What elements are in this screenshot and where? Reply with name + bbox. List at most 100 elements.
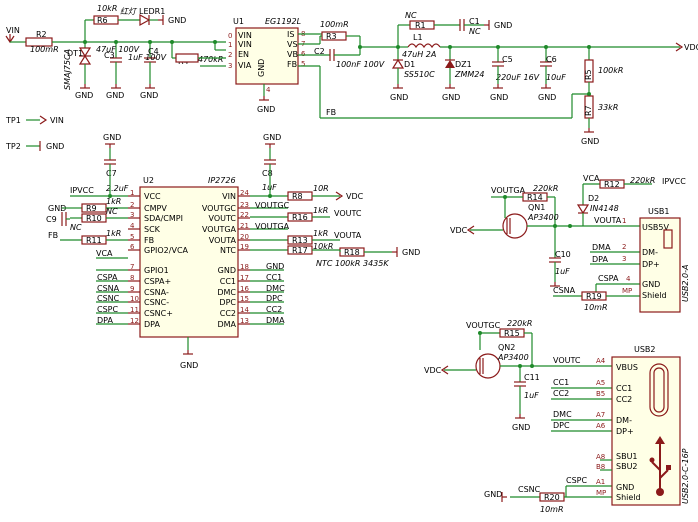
resistor-r12: R12 220kR bbox=[599, 176, 655, 189]
capacitor-c5: C5 220uF 16V bbox=[492, 55, 540, 82]
svg-text:SBU1: SBU1 bbox=[616, 452, 638, 461]
svg-text:VS: VS bbox=[287, 40, 298, 49]
svg-text:4: 4 bbox=[626, 275, 631, 283]
svg-text:1kR: 1kR bbox=[106, 197, 121, 206]
svg-text:VIN: VIN bbox=[238, 40, 252, 49]
ipvcc-net: IPVCC bbox=[70, 186, 94, 195]
svg-text:GND: GND bbox=[494, 21, 512, 30]
svg-text:1kR: 1kR bbox=[106, 229, 121, 238]
svg-text:TP1: TP1 bbox=[5, 116, 21, 125]
svg-text:DM-: DM- bbox=[616, 416, 632, 425]
u2-pin-number: 10 bbox=[130, 295, 139, 303]
vin-net-label: VIN bbox=[5, 26, 20, 44]
svg-text:DP+: DP+ bbox=[642, 260, 660, 269]
svg-text:GND: GND bbox=[75, 91, 93, 100]
svg-text:10R: 10R bbox=[313, 184, 329, 193]
capacitor-c2: C2 100nF 100V bbox=[314, 47, 385, 69]
svg-text:B8: B8 bbox=[596, 463, 605, 471]
svg-text:D2: D2 bbox=[588, 194, 599, 203]
voutga-net-u2: VOUTGA bbox=[255, 222, 290, 231]
svg-text:GND: GND bbox=[140, 91, 158, 100]
svg-text:SBU2: SBU2 bbox=[616, 462, 638, 471]
svg-text:CSPA: CSPA bbox=[598, 274, 619, 283]
svg-text:LEDR1: LEDR1 bbox=[139, 7, 165, 16]
svg-text:D1: D1 bbox=[404, 60, 415, 69]
svg-text:NC: NC bbox=[405, 11, 417, 20]
u2-pin-name: SDA/CMPI bbox=[144, 214, 183, 223]
u2-pin-number: 21 bbox=[240, 222, 249, 230]
svg-text:C9: C9 bbox=[46, 215, 57, 224]
svg-text:R20: R20 bbox=[544, 493, 560, 502]
u2-pin-number: 4 bbox=[130, 222, 135, 230]
svg-text:R13: R13 bbox=[292, 236, 308, 245]
svg-text:DMA: DMA bbox=[592, 243, 611, 252]
svg-text:R18: R18 bbox=[344, 248, 360, 257]
svg-text:10mR: 10mR bbox=[540, 505, 564, 514]
svg-text:NC: NC bbox=[469, 27, 481, 36]
u2-pin-name: VIN bbox=[222, 192, 236, 201]
svg-text:R17: R17 bbox=[292, 246, 308, 255]
svg-text:GND: GND bbox=[642, 280, 660, 289]
u2-pin-number: 1 bbox=[130, 189, 134, 197]
u2-pin-number: 3 bbox=[130, 211, 134, 219]
svg-text:C6: C6 bbox=[546, 55, 557, 64]
svg-text:QN2: QN2 bbox=[498, 343, 515, 352]
svg-text:GND: GND bbox=[103, 133, 121, 142]
svg-text:VDC: VDC bbox=[450, 226, 468, 235]
capacitor-c11: C11 1uF bbox=[514, 373, 540, 400]
svg-text:100mR: 100mR bbox=[320, 20, 349, 29]
svg-text:A1: A1 bbox=[596, 478, 605, 486]
power-stage: VIN R2 100mR 10kR R6 红灯 LEDR1 GND DT1 SM… bbox=[5, 4, 698, 146]
svg-text:C8: C8 bbox=[262, 169, 273, 178]
svg-text:EG1192L: EG1192L bbox=[265, 17, 301, 26]
svg-text:R6: R6 bbox=[97, 16, 108, 25]
svg-text:2: 2 bbox=[228, 51, 232, 59]
u2-pin-name: CSNA- bbox=[144, 288, 169, 297]
u2-right-net-label: CC1 bbox=[266, 273, 282, 282]
u2-pin-name: VOUTA bbox=[209, 236, 237, 245]
svg-text:Shield: Shield bbox=[616, 493, 641, 502]
svg-text:R12: R12 bbox=[604, 180, 620, 189]
svg-text:VOUTGA: VOUTGA bbox=[491, 186, 526, 195]
svg-text:CC2: CC2 bbox=[616, 395, 632, 404]
u2-left-net-label: CSNA bbox=[97, 284, 120, 293]
svg-text:CSNA: CSNA bbox=[553, 286, 576, 295]
svg-text:R15: R15 bbox=[504, 329, 520, 338]
svg-text:6: 6 bbox=[301, 50, 306, 58]
svg-text:IS: IS bbox=[287, 30, 294, 39]
svg-text:FB: FB bbox=[287, 60, 297, 69]
svg-text:C5: C5 bbox=[502, 55, 513, 64]
u2-pin-number: 9 bbox=[130, 285, 134, 293]
svg-text:GND: GND bbox=[538, 93, 556, 102]
svg-text:R9: R9 bbox=[86, 204, 97, 213]
u2-pin-number: 2 bbox=[130, 201, 134, 209]
u2-right-net-label: DPC bbox=[266, 294, 283, 303]
svg-text:CSPC: CSPC bbox=[566, 476, 587, 485]
tvs-dt1: DT1 SMAJ75CA bbox=[63, 47, 92, 90]
svg-text:3: 3 bbox=[228, 62, 232, 70]
diode-d1: D1 SS510C bbox=[391, 58, 435, 79]
u2-pin-name: GND bbox=[218, 266, 236, 275]
resistor-r13: 1kR R13 VOUTA bbox=[250, 229, 362, 245]
svg-text:3: 3 bbox=[622, 255, 626, 263]
u2-pin-number: 12 bbox=[130, 317, 139, 325]
svg-text:USB1: USB1 bbox=[648, 207, 670, 216]
u2-pin-number: 15 bbox=[240, 295, 249, 303]
svg-text:GND: GND bbox=[484, 490, 502, 499]
svg-text:GND: GND bbox=[402, 248, 420, 257]
u2-pin-number: 11 bbox=[130, 306, 139, 314]
svg-text:100nF 100V: 100nF 100V bbox=[336, 60, 385, 69]
svg-text:GND: GND bbox=[257, 59, 266, 77]
u2-pin-number: 22 bbox=[240, 211, 249, 219]
resistor-r4: R4 470kR bbox=[175, 53, 223, 66]
svg-text:A5: A5 bbox=[596, 379, 605, 387]
svg-text:DP+: DP+ bbox=[616, 427, 634, 436]
u2-pin-number: 14 bbox=[240, 306, 249, 314]
svg-text:R19: R19 bbox=[586, 292, 602, 301]
svg-text:470kR: 470kR bbox=[198, 55, 223, 64]
svg-text:ZMM24: ZMM24 bbox=[454, 70, 484, 79]
resistor-r20: R20 10mR bbox=[539, 492, 565, 514]
fb-net-u2: FB bbox=[48, 231, 58, 240]
test-point-tp1: TP1 VIN bbox=[5, 115, 64, 125]
svg-text:33kR: 33kR bbox=[598, 103, 618, 112]
